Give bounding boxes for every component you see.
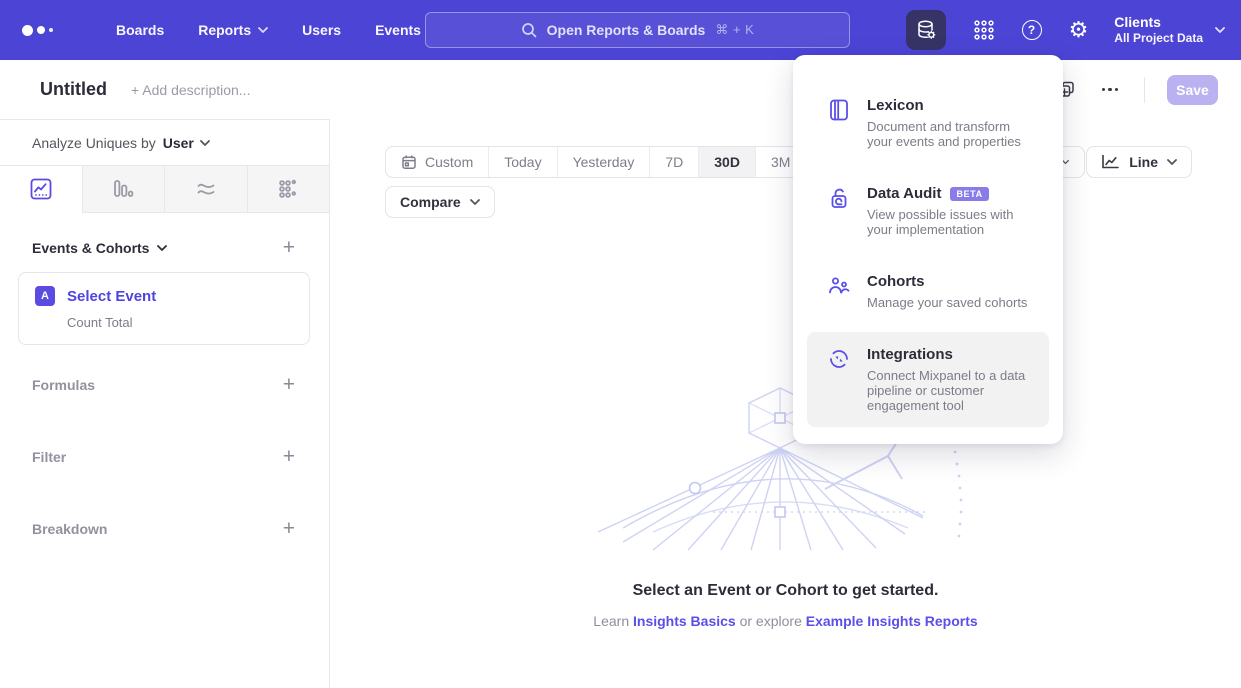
nav-item-events[interactable]: Events [375,22,421,38]
tab-line-chart[interactable] [0,166,82,212]
bar-chart-icon [112,178,134,200]
compare-button[interactable]: Compare [385,186,495,218]
gear-icon: ⚙ [1069,19,1089,41]
select-event-button[interactable]: Select Event [67,288,156,305]
integrations-sync-icon [827,347,851,413]
help-button[interactable]: ? [1022,20,1042,40]
nav-links: Boards Reports Users Events [82,22,421,38]
chevron-down-icon [470,199,480,205]
formulas-section: Formulas + [0,374,329,395]
line-chart-icon [1101,154,1120,170]
tab-metric-view[interactable] [247,166,330,212]
date-range-30d[interactable]: 30D [698,147,755,177]
date-range-7d[interactable]: 7D [649,147,698,177]
grid-dots-icon [973,19,995,41]
nav-right: ? ⚙ Clients All Project Data [906,0,1225,60]
breakdown-section: Breakdown + [0,518,329,539]
date-range-today[interactable]: Today [488,147,556,177]
event-card[interactable]: A Select Event Count Total [18,272,310,345]
header-actions: Save [1057,60,1219,119]
analyze-by-dropdown[interactable]: User [163,135,210,151]
menu-item-integrations[interactable]: Integrations Connect Mixpanel to a data … [807,332,1049,427]
chevron-down-icon [1062,159,1069,165]
mixpanel-logo[interactable] [22,25,58,36]
insights-basics-link[interactable]: Insights Basics [633,613,736,629]
flow-icon [195,178,217,200]
date-range-custom[interactable]: Custom [386,147,488,177]
events-cohorts-header: Events & Cohorts + [0,237,329,258]
chevron-down-icon [157,245,167,251]
empty-state-links: Learn Insights Basics or explore Example… [330,613,1241,629]
nav-item-users[interactable]: Users [302,22,341,38]
menu-item-lexicon[interactable]: Lexicon Document and transform your even… [807,83,1049,163]
chevron-down-icon [1215,27,1225,33]
org-name: Clients [1114,14,1203,31]
nav-item-boards[interactable]: Boards [116,22,164,38]
chevron-down-icon [258,27,268,33]
search-input[interactable]: Open Reports & Boards ⌘ + K [425,12,850,48]
add-breakdown-button[interactable]: + [283,518,295,539]
empty-state-title: Select an Event or Cohort to get started… [330,582,1241,600]
event-series-badge: A [35,286,55,306]
count-type-dropdown[interactable]: Count Total [67,315,295,330]
logo-dot [37,26,45,34]
calendar-icon [401,154,417,170]
search-placeholder: Open Reports & Boards [547,22,706,38]
logo-dot [49,28,53,32]
project-switcher[interactable]: Clients All Project Data [1114,14,1225,46]
example-insights-reports-link[interactable]: Example Insights Reports [806,613,978,629]
project-name: All Project Data [1114,31,1203,46]
add-event-button[interactable]: + [283,237,295,258]
report-canvas: Custom Today Yesterday 7D 30D 3M 6M Comp… [330,119,1241,688]
settings-button[interactable]: ⚙ [1069,19,1089,41]
search-icon [521,22,537,38]
chart-type-dropdown[interactable]: Line [1086,146,1192,178]
menu-item-data-audit[interactable]: Data Audit BETA View possible issues wit… [807,171,1049,251]
data-audit-lock-icon [827,186,851,237]
more-options-button[interactable] [1098,84,1123,96]
add-filter-button[interactable]: + [283,446,295,467]
data-management-button[interactable] [906,10,946,50]
data-management-menu: Lexicon Document and transform your even… [793,55,1063,444]
cohorts-people-icon [827,274,851,310]
date-range-yesterday[interactable]: Yesterday [557,147,650,177]
filter-section: Filter + [0,446,329,467]
chevron-down-icon [200,140,210,146]
query-builder-sidebar: Analyze Uniques by User [0,119,330,688]
dots-grid-icon [277,178,299,200]
line-chart-icon [30,178,52,200]
beta-badge: BETA [950,187,988,201]
database-gear-icon [914,18,938,42]
help-icon: ? [1022,20,1042,40]
events-cohorts-dropdown[interactable]: Events & Cohorts [32,240,167,256]
nav-item-reports[interactable]: Reports [198,22,268,38]
save-button[interactable]: Save [1167,75,1218,105]
logo-dot [22,25,33,36]
lexicon-book-icon [827,98,851,149]
tab-flow-chart[interactable] [164,166,247,212]
tab-bar-chart[interactable] [82,166,165,212]
page-title[interactable]: Untitled [40,79,107,100]
description-field[interactable]: + Add description... [131,82,250,98]
menu-item-cohorts[interactable]: Cohorts Manage your saved cohorts [807,259,1049,324]
analyze-label: Analyze Uniques by [32,135,156,151]
chart-type-tabs [0,166,329,213]
search-shortcut: ⌘ + K [715,22,754,38]
divider [1144,77,1145,103]
analyze-row: Analyze Uniques by User [0,120,329,166]
add-formula-button[interactable]: + [283,374,295,395]
apps-grid-button[interactable] [973,19,995,41]
chevron-down-icon [1167,159,1177,165]
top-nav: Boards Reports Users Events Open Reports… [0,0,1241,60]
